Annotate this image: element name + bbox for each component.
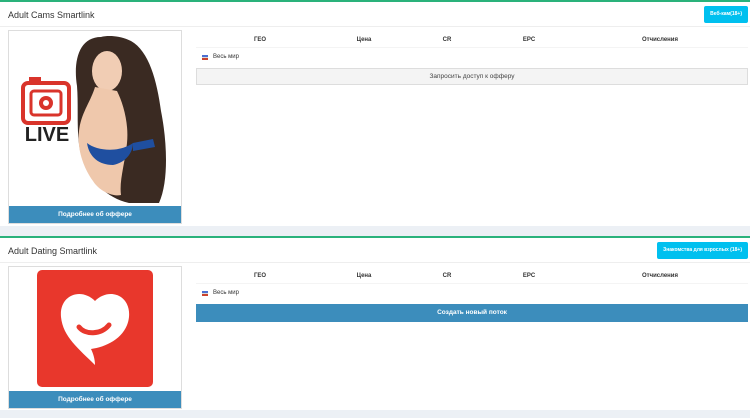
col-cr: CR <box>442 37 452 43</box>
offer-card-adult-cams: Adult Cams Smartlink Веб-кам(18+) LIVE П… <box>0 0 750 226</box>
col-payout: Отчисления <box>642 37 678 43</box>
table-row: Весь мир <box>196 284 748 302</box>
category-tag-button[interactable]: Веб-кам(18+) <box>704 6 748 23</box>
request-access-button[interactable]: Запросить доступ к офферу <box>196 68 748 85</box>
table-row: Весь мир <box>196 48 748 66</box>
col-epc: EPC <box>522 37 536 43</box>
live-offer-image <box>9 31 181 206</box>
geo-value: Весь мир <box>213 290 239 296</box>
flag-icon <box>202 55 208 60</box>
offer-details-button[interactable]: Подробнее об оффере <box>9 206 181 223</box>
heart-smile-icon <box>9 267 181 391</box>
offer-title: Adult Dating Smartlink <box>8 246 98 256</box>
offer-card-adult-dating: Adult Dating Smartlink Знакомства для вз… <box>0 236 750 410</box>
table-header-row: ГЕО Цена CR EPC Отчисления <box>196 34 748 48</box>
card-divider <box>0 262 750 263</box>
flag-icon <box>202 291 208 296</box>
col-geo: ГЕО <box>253 37 267 43</box>
table-header-row: ГЕО Цена CR EPC Отчисления <box>196 270 748 284</box>
offer-thumbnail: Подробнее об оффере <box>8 266 182 409</box>
col-price: Цена <box>356 273 372 279</box>
create-stream-button[interactable]: Создать новый поток <box>196 304 748 322</box>
category-tag-button[interactable]: Знакомства для взрослых (18+) <box>657 242 748 259</box>
col-payout: Отчисления <box>642 273 678 279</box>
geo-value: Весь мир <box>213 54 239 60</box>
col-epc: EPC <box>522 273 536 279</box>
col-cr: CR <box>442 273 452 279</box>
offer-table: ГЕО Цена CR EPC Отчисления Весь мир Созд… <box>196 270 748 322</box>
offer-title: Adult Cams Smartlink <box>8 10 95 20</box>
col-geo: ГЕО <box>253 273 267 279</box>
col-price: Цена <box>356 37 372 43</box>
offer-details-button[interactable]: Подробнее об оффере <box>9 391 181 408</box>
offer-table: ГЕО Цена CR EPC Отчисления Весь мир Запр… <box>196 34 748 85</box>
offer-thumbnail: LIVE Подробнее об оффере <box>8 30 182 224</box>
card-divider <box>0 26 750 27</box>
